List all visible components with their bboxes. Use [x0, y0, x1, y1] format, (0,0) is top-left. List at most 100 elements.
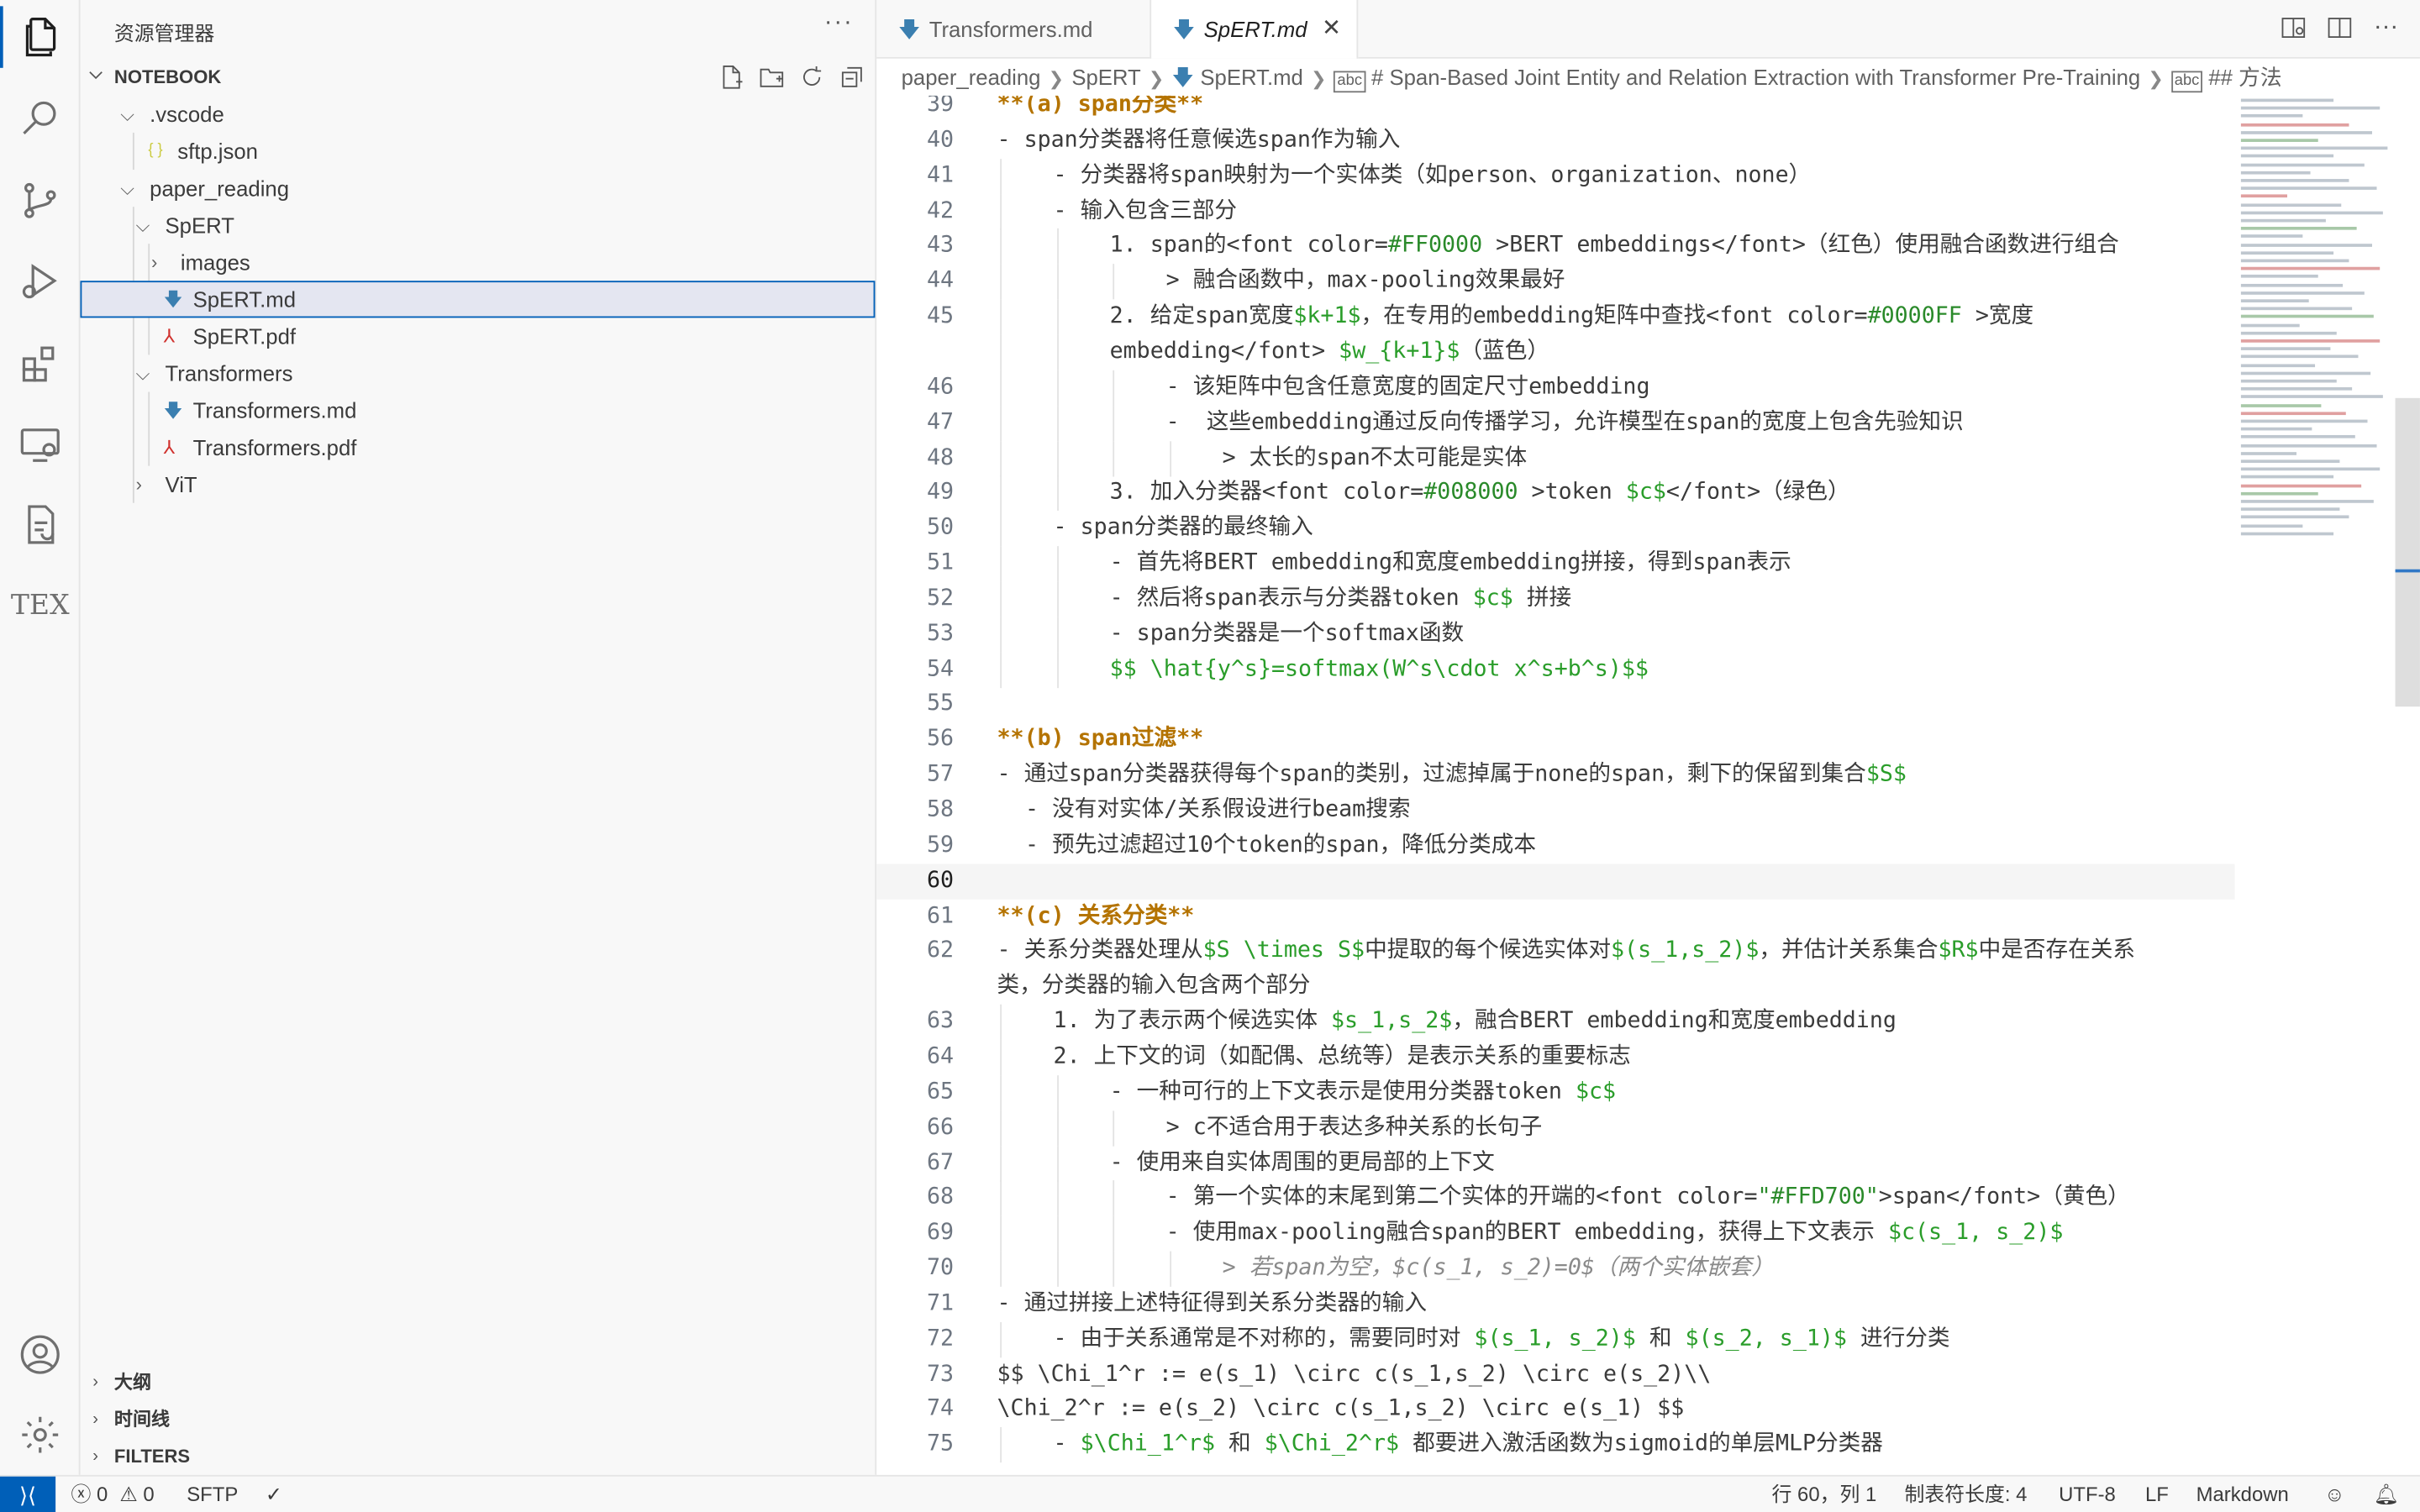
check-icon[interactable]: ✓: [266, 1477, 282, 1512]
tree-item[interactable]: ⌵ .vscode: [81, 96, 877, 133]
encoding[interactable]: UTF-8: [2059, 1477, 2116, 1512]
split-editor-icon[interactable]: [2328, 15, 2352, 39]
code-line[interactable]: 65 - 一种可行的上下文表示是使用分类器token $c$: [876, 1074, 2234, 1111]
code-line[interactable]: 68 - 第一个实体的末尾到第二个实体的开端的<font color="#FFD7…: [876, 1180, 2234, 1216]
tex-icon[interactable]: TEX: [0, 574, 81, 635]
open-preview-icon[interactable]: [2281, 15, 2306, 39]
code-line[interactable]: 59 - 预先过滤超过10个token的span，降低分类成本: [876, 828, 2234, 864]
problems-indicator[interactable]: ⓧ 0 ⚠ 0: [71, 1477, 154, 1512]
breadcrumb-item[interactable]: ## 方法: [2208, 59, 2281, 96]
more-actions-icon[interactable]: ···: [2374, 14, 2398, 40]
breadcrumb-item[interactable]: # Span-Based Joint Entity and Relation E…: [1371, 59, 2140, 96]
minimap-line: [2240, 307, 2353, 311]
code-line[interactable]: 66 > c不适合用于表达多种关系的长句子: [876, 1110, 2234, 1147]
sftp-status[interactable]: SFTP: [187, 1477, 238, 1512]
code-line[interactable]: 40 - span分类器将任意候选span作为输入: [876, 123, 2234, 159]
code-line[interactable]: 53 - span分类器是一个softmax函数: [876, 617, 2234, 653]
code-line[interactable]: 67 - 使用来自实体周围的更局部的上下文: [876, 1145, 2234, 1181]
tab-size[interactable]: 制表符长度: 4: [1904, 1477, 2027, 1512]
breadcrumb-item[interactable]: paper_reading: [902, 59, 1041, 96]
code-line[interactable]: 39 **(a) span分类**: [876, 96, 2234, 123]
code-line[interactable]: 51 - 首先将BERT embedding和宽度embedding拼接，得到sp…: [876, 546, 2234, 582]
source-control-icon[interactable]: [0, 170, 81, 231]
search-icon[interactable]: [0, 87, 81, 148]
vertical-scrollbar[interactable]: [2395, 397, 2420, 707]
tree-item-label: Transformers: [165, 360, 293, 386]
code-line[interactable]: 49 3. 加入分类器<font color=#008000 >token $c$…: [876, 475, 2234, 512]
code-line[interactable]: 42 - 输入包含三部分: [876, 193, 2234, 229]
tree-item[interactable]: ⌵ paper_reading: [81, 170, 877, 207]
code-line[interactable]: 71 - 通过拼接上述特征得到关系分类器的输入: [876, 1287, 2234, 1322]
tree-item[interactable]: { } sftp.json: [81, 133, 877, 170]
indent-guide: [1056, 440, 1059, 476]
code-line[interactable]: 55: [876, 687, 2234, 722]
sftp-icon[interactable]: [0, 494, 81, 555]
tree-item[interactable]: ⅄ Transformers.pdf: [81, 429, 877, 466]
close-icon[interactable]: ✕: [1322, 0, 1341, 59]
code-line[interactable]: 70 > 若span为空，$c(s_1, s_2)=0$（两个实体嵌套）: [876, 1251, 2234, 1287]
code-line[interactable]: 74 \Chi_2^r := e(s_2) \circ c(s_1,s_2) \c…: [876, 1393, 2234, 1428]
code-line[interactable]: 73 $$ \Chi_1^r := e(s_1) \circ c(s_1,s_2)…: [876, 1357, 2234, 1393]
feedback-icon[interactable]: ☺: [2324, 1477, 2344, 1512]
tree-item[interactable]: 🡇 SpERT.md: [80, 281, 876, 318]
code-line[interactable]: 56 **(b) span过滤**: [876, 722, 2234, 758]
code-line[interactable]: 63 1. 为了表示两个候选实体 $s_1,s_2$，融合BERT embeddi…: [876, 1004, 2234, 1041]
code-line[interactable]: 75 - $\Chi_1^r$ 和 $\Chi_2^r$ 都要进入激活函数为sig…: [876, 1427, 2234, 1463]
end-of-line[interactable]: LF: [2145, 1477, 2169, 1512]
tree-item[interactable]: 🡇 Transformers.md: [81, 392, 877, 429]
code-line[interactable]: 52 - 然后将span表示与分类器token $c$ 拼接: [876, 581, 2234, 617]
code-line[interactable]: 54 $$ \hat{y^s}=softmax(W^s\cdot x^s+b^s)…: [876, 652, 2234, 688]
tab-transformers-md[interactable]: 🡇 Transformers.md: [876, 0, 1152, 59]
run-debug-icon[interactable]: [0, 250, 81, 312]
timeline-panel-header[interactable]: › 时间线: [81, 1401, 877, 1438]
tree-item[interactable]: › images: [81, 244, 877, 281]
filters-panel-header[interactable]: › FILTERS: [81, 1438, 877, 1475]
tree-item[interactable]: › ViT: [81, 466, 877, 503]
tab-spert-md[interactable]: 🡇 SpERT.md ✕: [1151, 0, 1359, 59]
code-line[interactable]: 72 - 由于关系通常是不对称的，需要同时对 $(s_1, s_2)$ 和 $(s…: [876, 1321, 2234, 1357]
minimap[interactable]: [2240, 96, 2396, 559]
refresh-icon[interactable]: [798, 63, 824, 89]
code-line[interactable]: 46 - 该矩阵中包含任意宽度的固定尺寸embedding: [876, 370, 2234, 406]
code-editor[interactable]: 39 **(a) span分类** 40 - span分类器将任意候选span作为输入…: [876, 95, 2420, 1475]
tree-item[interactable]: ⌵ Transformers: [81, 354, 877, 391]
code-line[interactable]: 57 - 通过span分类器获得每个span的类别，过滤掉属于none的span，…: [876, 758, 2234, 793]
language-mode[interactable]: Markdown: [2196, 1477, 2289, 1512]
code-line[interactable]: 62 - 关系分类器处理从$S \times S$中提取的每个候选实体对$(s_1…: [876, 934, 2234, 969]
explorer-icon[interactable]: [0, 6, 81, 68]
code-line[interactable]: 48 > 太长的span不太可能是实体: [876, 440, 2234, 476]
code-line[interactable]: 47 - 这些embedding通过反向传播学习，允许模型在span的宽度上包含先…: [876, 405, 2234, 441]
code-line[interactable]: 41 - 分类器将span映射为一个实体类（如person、organizatio…: [876, 158, 2234, 194]
breadcrumb-item[interactable]: SpERT.md: [1200, 59, 1302, 96]
account-icon[interactable]: [0, 1324, 81, 1385]
remote-explorer-icon[interactable]: [0, 413, 81, 475]
code-line[interactable]: 44 > 融合函数中，max-pooling效果最好: [876, 264, 2234, 300]
tree-item[interactable]: ⌵ SpERT: [81, 207, 877, 244]
notifications-bell-icon[interactable]: 🔔︎: [2374, 1477, 2399, 1512]
workspace-section-header[interactable]: ⌵ NOTEBOOK: [81, 59, 877, 96]
tree-item[interactable]: ⅄ SpERT.pdf: [81, 318, 877, 354]
code-line[interactable]: 58 - 没有对实体/关系假设进行beam搜索: [876, 793, 2234, 828]
code-line[interactable]: 64 2. 上下文的词（如配偶、总统等）是表示关系的重要标志: [876, 1039, 2234, 1076]
outline-panel-header[interactable]: › 大纲: [81, 1364, 877, 1401]
remote-icon[interactable]: ⟩⟨: [0, 1476, 56, 1512]
code-line[interactable]: 60: [876, 863, 2235, 900]
new-folder-icon[interactable]: [758, 63, 784, 89]
new-file-icon[interactable]: [718, 63, 744, 89]
minimap-line: [2240, 179, 2349, 182]
code-line[interactable]: 43 1. span的<font color=#FF0000 >BERT embe…: [876, 228, 2234, 265]
extensions-icon[interactable]: [0, 333, 81, 395]
more-actions-icon[interactable]: ···: [824, 9, 854, 37]
chevron-down-icon: ⌵: [120, 103, 134, 125]
collapse-all-icon[interactable]: [838, 63, 864, 89]
breadcrumb-item[interactable]: SpERT: [1071, 59, 1140, 96]
code-line[interactable]: 61 **(c) 关系分类**: [876, 899, 2234, 934]
settings-gear-icon[interactable]: [0, 1404, 81, 1465]
code-line[interactable]: 69 - 使用max-pooling融合span的BERT embedding，获…: [876, 1215, 2234, 1252]
code-line[interactable]: 45 2. 给定span宽度$k+1$，在专用的embedding矩阵中查找<fo…: [876, 299, 2234, 335]
code-line[interactable]: embedding</font> $w_{k+1}$（蓝色）: [876, 334, 2234, 370]
cursor-position[interactable]: 行 60，列 1: [1772, 1477, 1877, 1512]
code-line[interactable]: 类，分类器的输入包含两个部分: [876, 969, 2234, 1005]
indent-guide: [1000, 652, 1002, 688]
code-line[interactable]: 50 - span分类器的最终输入: [876, 511, 2234, 547]
